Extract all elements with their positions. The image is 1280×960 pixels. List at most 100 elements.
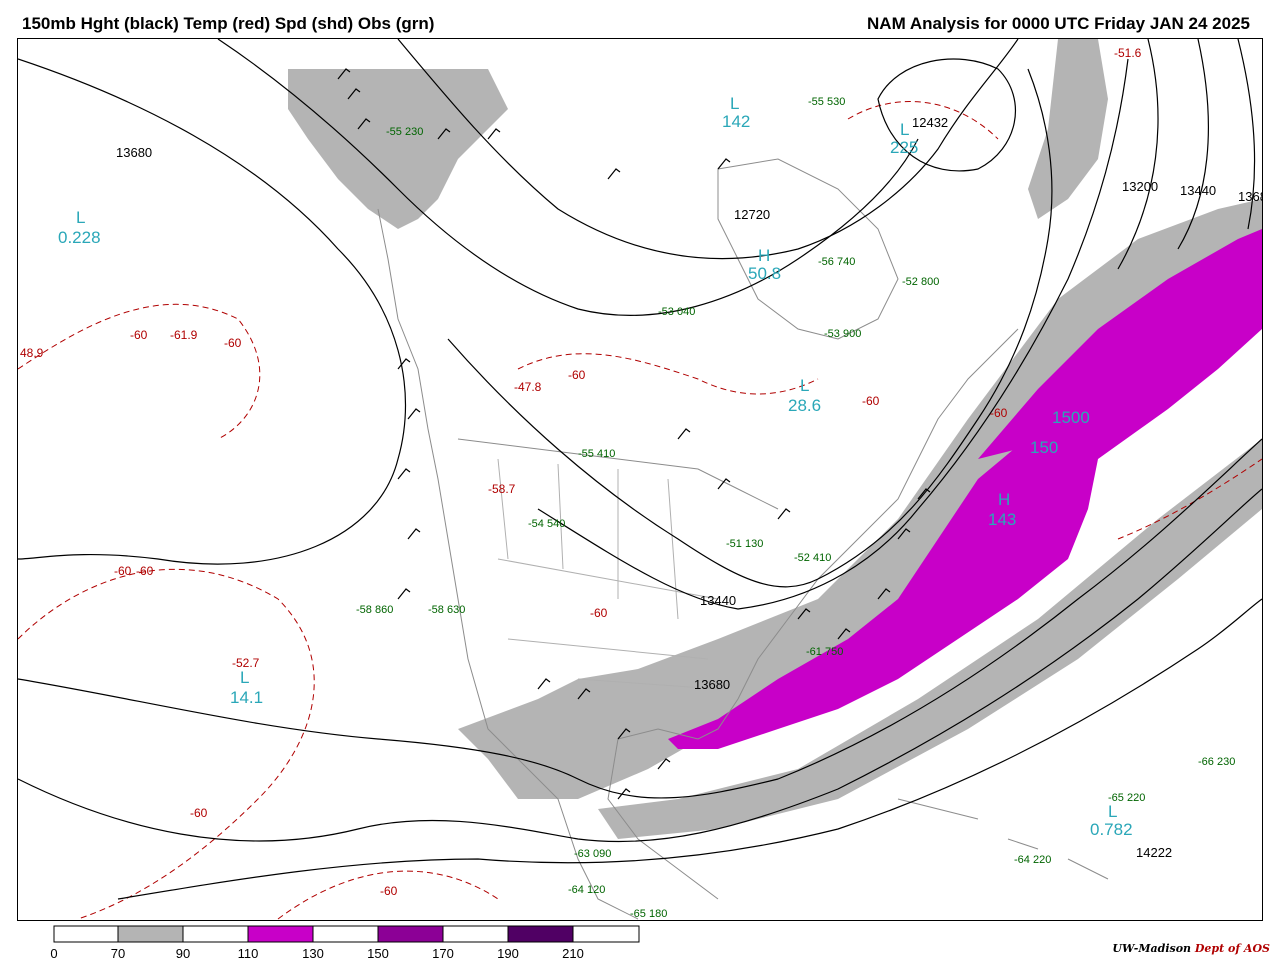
- pressure-center-value: 142: [722, 112, 750, 131]
- height-contour: [397, 39, 1019, 260]
- credit-line: UW-Madison Dept of AOS: [1112, 942, 1270, 955]
- legend-tick: 0: [50, 946, 57, 960]
- temp-label: -60: [380, 884, 398, 898]
- height-label: 14222: [1136, 845, 1172, 860]
- height-label: 13440: [1180, 183, 1216, 198]
- temp-contour: [18, 568, 315, 920]
- obs-label: -66 230: [1198, 756, 1235, 768]
- temp-label: -60: [568, 368, 586, 382]
- legend-ticks: 0 70 90 110 130 150 170 190 210: [50, 946, 583, 960]
- obs-label: -56 740: [818, 256, 855, 268]
- map-title: 150mb Hght (black) Temp (red) Spd (shd) …: [22, 14, 435, 33]
- pressure-center-letter: L: [900, 120, 909, 139]
- obs-label: -55 410: [578, 448, 615, 460]
- pressure-center-value: 143: [988, 510, 1016, 529]
- height-label: 13680: [116, 145, 152, 160]
- height-label: 12432: [912, 115, 948, 130]
- temp-label: -60: [990, 406, 1008, 420]
- legend-swatch-210-plus: [572, 925, 640, 943]
- height-label: 1368: [1238, 189, 1262, 204]
- pressure-center-letter: H: [758, 246, 770, 265]
- caribbean-islands: [897, 798, 1109, 880]
- height-label: 13680: [694, 677, 730, 692]
- legend-tick: 190: [497, 946, 519, 960]
- obs-label: -65 220: [1108, 792, 1145, 804]
- pressure-center-value: 225: [890, 138, 918, 157]
- pressure-center-value: 28.6: [788, 396, 821, 415]
- credit-org: UW-Madison: [1112, 942, 1192, 955]
- obs-label: -65 180: [630, 908, 667, 920]
- weather-map: 13680 12720 13200 13440 1368 13440 13680…: [17, 38, 1263, 921]
- obs-label: -64 220: [1014, 854, 1051, 866]
- jet-70-knot-greenland: [1028, 39, 1108, 219]
- temp-label: 48.9: [20, 346, 44, 360]
- obs-label: -54 540: [528, 518, 565, 530]
- pressure-center-value: 14.1: [230, 688, 263, 707]
- temp-label: -52.7: [232, 656, 260, 670]
- pressure-center-value: 0.228: [58, 228, 101, 247]
- temp-label: -61.9: [170, 328, 198, 342]
- legend-swatch-90-110: [182, 925, 249, 943]
- wind-barb: [397, 358, 421, 600]
- legend-tick: 130: [302, 946, 324, 960]
- temp-label: -60: [136, 564, 154, 578]
- pressure-center-value: 50.8: [748, 264, 781, 283]
- legend-swatch-130-150: [312, 925, 379, 943]
- temp-label: -47.8: [514, 380, 542, 394]
- obs-label: -63 090: [574, 848, 611, 860]
- legend-tick: 150: [367, 946, 389, 960]
- obs-label: -55 230: [386, 126, 423, 138]
- legend-swatch-190-210: [507, 925, 574, 943]
- legend-swatch-150-170: [377, 925, 444, 943]
- pressure-center-letter: L: [76, 208, 85, 227]
- obs-label: -52 410: [794, 552, 831, 564]
- pressure-center-value: 150: [1030, 438, 1058, 457]
- pressure-center-letter: L: [240, 668, 249, 687]
- temp-contour: [517, 353, 819, 395]
- temp-label: -60: [190, 806, 208, 820]
- pressure-center-letter: L: [1108, 802, 1117, 821]
- legend-tick: 210: [562, 946, 584, 960]
- legend-tick: 170: [432, 946, 454, 960]
- temp-label: -60: [862, 394, 880, 408]
- obs-label: -64 120: [568, 884, 605, 896]
- temp-label: -51.6: [1114, 46, 1142, 60]
- analysis-time-title: NAM Analysis for 0000 UTC Friday JAN 24 …: [867, 14, 1250, 33]
- temp-label: -60: [114, 564, 132, 578]
- jet-70-knot-region: [458, 199, 1262, 799]
- pressure-center-letter: L: [800, 376, 809, 395]
- credit-dept: Dept of AOS: [1194, 942, 1270, 955]
- obs-label: -58 860: [356, 604, 393, 616]
- height-contour: [18, 488, 1262, 843]
- speed-color-legend: 0 70 90 110 130 150 170 190 210: [50, 925, 640, 960]
- legend-swatch-70-90: [117, 925, 184, 943]
- legend-swatch-0-70: [53, 925, 119, 943]
- obs-label: -51 130: [726, 538, 763, 550]
- temp-contour: [18, 303, 261, 440]
- obs-label: -53 900: [824, 328, 861, 340]
- legend-swatches: [53, 925, 640, 943]
- pressure-center-letter: L: [730, 94, 739, 113]
- pressure-center-letter: H: [998, 490, 1010, 509]
- hudson-bay-outline: [717, 158, 899, 340]
- jet-70-knot-alaska: [288, 69, 508, 229]
- height-label: 13200: [1122, 179, 1158, 194]
- height-label: 12720: [734, 207, 770, 222]
- obs-label: -58 630: [428, 604, 465, 616]
- legend-swatch-170-190: [442, 925, 509, 943]
- legend-tick: 70: [111, 946, 125, 960]
- pressure-center-value: 0.782: [1090, 820, 1133, 839]
- obs-label: -53 040: [658, 306, 695, 318]
- height-label: 13440: [700, 593, 736, 608]
- temp-label: -60: [224, 336, 242, 350]
- temp-label: -60: [590, 606, 608, 620]
- obs-label: -61 750: [806, 646, 843, 658]
- legend-tick: 110: [238, 946, 259, 960]
- temp-label: -60: [130, 328, 148, 342]
- temp-label: -58.7: [488, 482, 516, 496]
- obs-label: -55 530: [808, 96, 845, 108]
- obs-label: -52 800: [902, 276, 939, 288]
- legend-swatch-110-130: [247, 925, 314, 943]
- legend-tick: 90: [176, 946, 190, 960]
- pressure-center-value: 1500: [1052, 408, 1090, 427]
